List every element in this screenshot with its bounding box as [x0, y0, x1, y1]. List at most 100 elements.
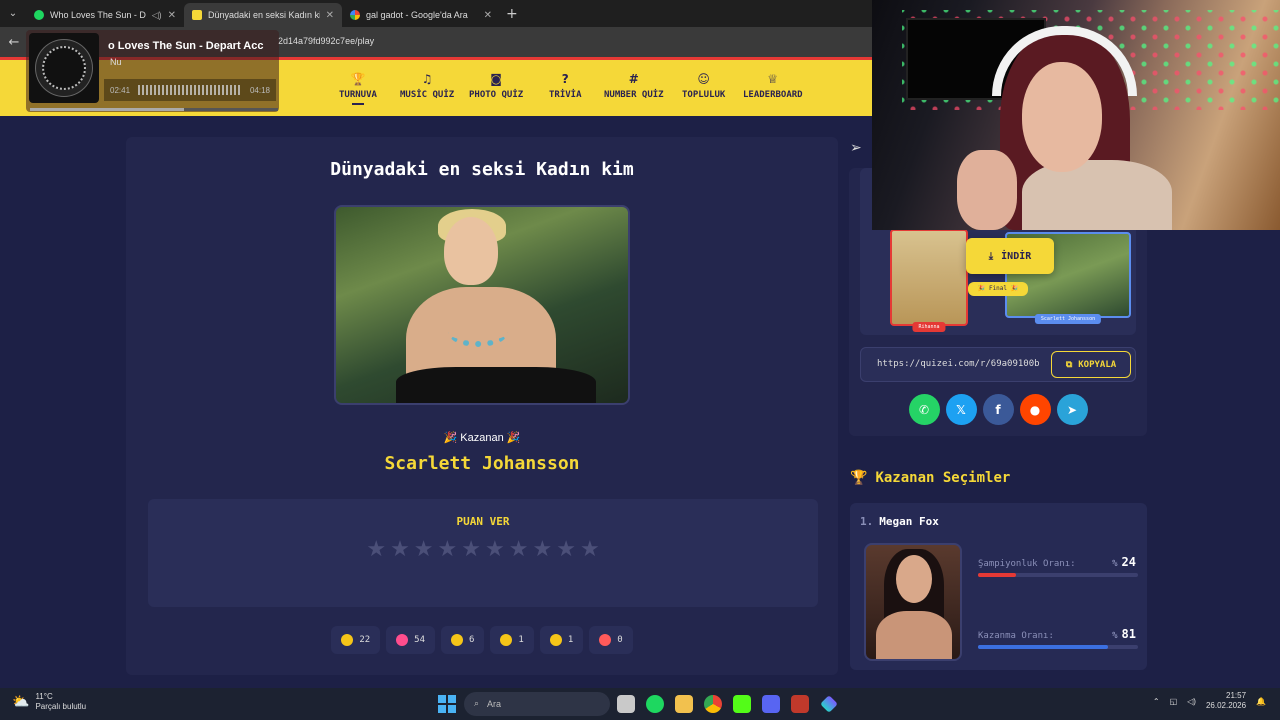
photo-face: [896, 555, 932, 603]
close-icon[interactable]: ✕: [168, 10, 176, 21]
file-explorer-icon[interactable]: [675, 695, 693, 713]
webcam-overlay: [872, 0, 1280, 230]
laugh-icon: [451, 634, 463, 646]
spotify-icon[interactable]: [646, 695, 664, 713]
app-icon[interactable]: [820, 695, 838, 713]
win-rate: Kazanma Oranı: % 81: [978, 627, 1138, 649]
nav-trivia[interactable]: ? TRİVİA: [549, 72, 582, 100]
reaction-button[interactable]: 54: [386, 626, 435, 654]
tab-music[interactable]: Who Loves The Sun - Depa ◁) ✕: [26, 3, 184, 27]
percent-sign: %: [1112, 631, 1118, 641]
nav-number-quiz[interactable]: # NUMBER QUİZ: [604, 72, 664, 100]
reddit-share-icon[interactable]: ●: [1019, 394, 1051, 425]
winner-label-row: 🎉 Kazanan 🎉: [443, 432, 521, 444]
kick-icon[interactable]: [733, 695, 751, 713]
url-field[interactable]: 2d14a79fd992c7ee/play: [278, 36, 374, 46]
elapsed-time: 02:41: [110, 85, 131, 95]
nav-label: NUMBER QUİZ: [604, 90, 664, 100]
reaction-button[interactable]: 6: [441, 626, 485, 654]
clock-time: 21:57: [1226, 691, 1247, 700]
reaction-button[interactable]: 22: [331, 626, 381, 654]
reaction-button[interactable]: 1: [490, 626, 534, 654]
speaker-icon[interactable]: ◁): [152, 10, 162, 21]
star-rating[interactable]: ★ ★ ★ ★ ★ ★ ★ ★ ★ ★: [148, 537, 818, 562]
nav-photo-quiz[interactable]: ◙ PHOTO QUİZ: [469, 72, 523, 100]
streaming-app-icon[interactable]: [791, 695, 809, 713]
bracket-left-photo: Rihanna: [890, 229, 968, 332]
back-arrow-icon[interactable]: ←: [0, 35, 28, 50]
champion-rate-fill: [978, 573, 1017, 577]
weather-text: 11°C Parçalı bulutlu: [35, 692, 86, 712]
share-url-field[interactable]: https://quizei.com/r/69a09100b: [877, 359, 1047, 369]
nav-label: PHOTO QUİZ: [469, 90, 524, 100]
star-8[interactable]: ★: [532, 537, 552, 562]
win-rate-value: % 81: [1112, 627, 1136, 641]
nav-music-quiz[interactable]: ♫ MUSİC QUİZ: [400, 72, 454, 100]
download-button[interactable]: ⤓ İNDİR: [966, 238, 1054, 274]
network-icon[interactable]: ◱: [1170, 697, 1178, 706]
vinyl-icon: [42, 46, 86, 90]
social-share-buttons: ✆ 𝕏f ● ➤: [849, 394, 1147, 425]
bracket-right-name: Scarlett Johansson: [1034, 314, 1102, 324]
star-1[interactable]: ★: [366, 537, 386, 562]
reaction-button[interactable]: 1: [539, 626, 584, 654]
nav-leaderboard[interactable]: ♕ LEADERBOARD: [743, 72, 803, 100]
winner-entry[interactable]: 1. Megan Fox Şampiyonluk Oranı: % 24 Kazan…: [850, 503, 1147, 670]
chrome-icon[interactable]: [704, 695, 722, 713]
tab-google[interactable]: gal gadot - Google'da Ara ✕: [342, 3, 500, 27]
music-icon: ♫: [421, 72, 433, 86]
tab-title: gal gadot - Google'da Ara: [366, 10, 468, 20]
copy-button[interactable]: ⧉ KOPYALA: [1051, 351, 1131, 378]
nav-topluluk[interactable]: ☺ TOPLULUK: [682, 72, 725, 100]
quiz-title: Dünyadaki en seksi Kadın kim: [330, 159, 634, 180]
facebook-share-icon[interactable]: f: [982, 394, 1014, 425]
whatsapp-share-icon[interactable]: ✆: [908, 394, 940, 425]
winner-photo: [334, 205, 630, 405]
discord-icon[interactable]: [762, 695, 780, 713]
reaction-count: 1: [518, 635, 524, 645]
close-icon[interactable]: ✕: [326, 10, 334, 21]
star-6[interactable]: ★: [485, 537, 505, 562]
thumbs-up-icon: [341, 634, 354, 646]
nav-label: TOPLULUK: [682, 90, 726, 100]
telegram-share-icon[interactable]: ➤: [1056, 394, 1088, 425]
star-9[interactable]: ★: [556, 537, 576, 562]
new-tab-button[interactable]: +: [506, 6, 518, 22]
windows-start-icon[interactable]: [438, 695, 456, 713]
reaction-button[interactable]: 0: [589, 626, 633, 654]
share-link-row: https://quizei.com/r/69a09100b ⧉ KOPYALA: [860, 347, 1136, 382]
tab-quiz[interactable]: Dünyadaki en seksi Kadın kim ✕: [184, 3, 342, 27]
media-progress-bar[interactable]: [30, 108, 278, 111]
task-view-icon[interactable]: [617, 695, 635, 713]
waveform: [138, 85, 242, 95]
send-icon[interactable]: ➢: [850, 140, 862, 156]
track-timeline[interactable]: 02:41 04:18: [104, 79, 276, 101]
weather-widget[interactable]: ⛅ 11°C Parçalı bulutlu: [12, 692, 86, 712]
nav-turnuva[interactable]: 🏆 TURNUVA: [339, 72, 377, 105]
star-4[interactable]: ★: [438, 537, 458, 562]
star-5[interactable]: ★: [461, 537, 481, 562]
chevron-up-icon[interactable]: ⌃: [1153, 697, 1160, 706]
winner-entry-photo: [864, 543, 962, 661]
download-icon: ⤓: [988, 250, 994, 262]
close-icon[interactable]: ✕: [484, 10, 492, 21]
star-2[interactable]: ★: [390, 537, 410, 562]
star-7[interactable]: ★: [509, 537, 529, 562]
streamer-hand: [957, 150, 1017, 230]
track-duration: 04:18: [249, 85, 270, 95]
album-art: [29, 33, 99, 103]
x-share-icon[interactable]: 𝕏: [945, 394, 977, 425]
track-title: o Loves The Sun - Depart Acc: [108, 40, 264, 52]
tab-search-button[interactable]: ⌄: [0, 0, 26, 27]
star-3[interactable]: ★: [414, 537, 434, 562]
star-10[interactable]: ★: [580, 537, 600, 562]
speaker-icon[interactable]: ◁): [1187, 697, 1196, 706]
windows-taskbar: ⛅ 11°C Parçalı bulutlu ⌕ Ara ⌃ ◱ ◁) 21:57 2…: [0, 688, 1280, 720]
photo-necklace: [448, 317, 508, 347]
notification-icon[interactable]: 🔔: [1256, 697, 1266, 706]
spotify-icon: [34, 10, 44, 20]
taskbar-search[interactable]: ⌕ Ara: [464, 692, 610, 716]
media-player-overlay[interactable]: o Loves The Sun - Depart Acc Nu 02:41 04…: [26, 30, 279, 112]
champion-rate-number: 24: [1121, 555, 1136, 569]
clock[interactable]: 21:57 26.02.2026: [1206, 691, 1246, 711]
